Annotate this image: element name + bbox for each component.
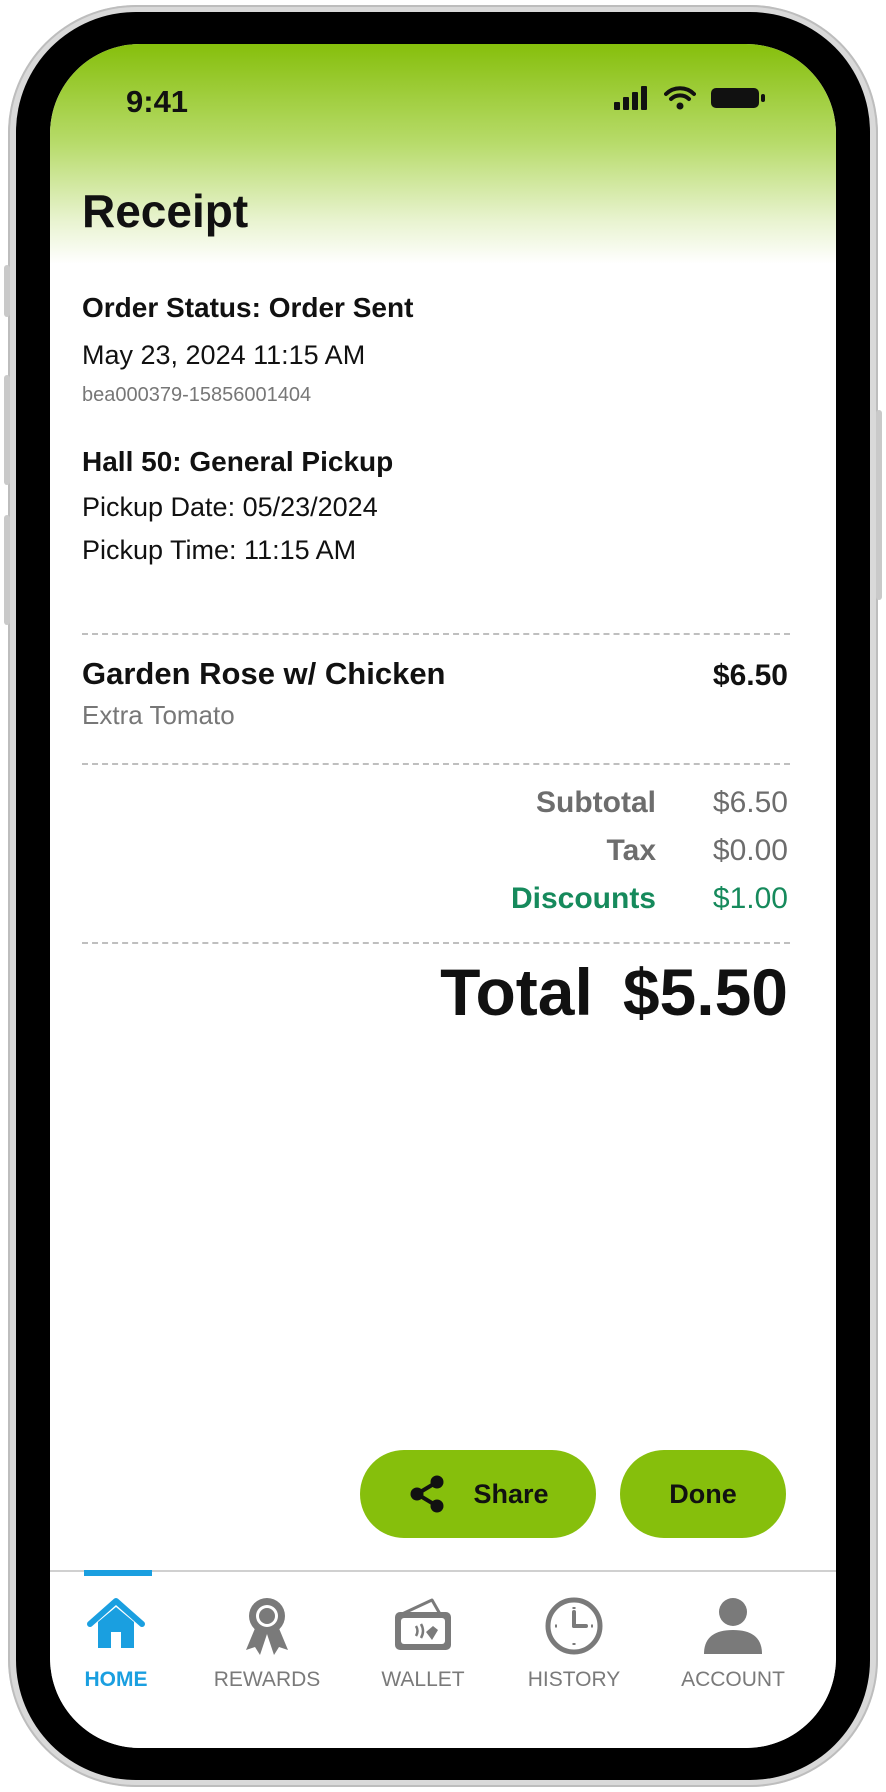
order-id: bea000379-15856001404 — [82, 384, 312, 406]
phone-side-button — [876, 410, 882, 600]
wifi-icon — [664, 86, 696, 110]
total-row: Total $5.50 — [440, 954, 788, 1030]
share-button[interactable]: Share — [360, 1450, 596, 1538]
rewards-ribbon-icon — [246, 1598, 288, 1655]
share-label: Share — [473, 1478, 549, 1509]
phone-side-button — [4, 375, 10, 485]
item-name: Garden Rose w/ Chicken — [82, 656, 446, 691]
status-icons — [614, 86, 766, 110]
order-datetime: May 23, 2024 11:15 AM — [82, 340, 366, 370]
pickup-time: Pickup Time: 11:15 AM — [82, 535, 357, 565]
clock-icon — [545, 1597, 603, 1655]
total-label: Total — [440, 955, 593, 1029]
tab-account[interactable]: ACCOUNT — [663, 1572, 803, 1702]
signal-icon — [614, 86, 647, 110]
discounts-value: $1.00 — [712, 882, 788, 915]
battery-icon — [711, 88, 765, 108]
subtotal-label: Subtotal — [536, 786, 656, 819]
person-icon — [704, 1598, 762, 1654]
tax-row: Tax $0.00 — [336, 834, 788, 868]
total-value: $5.50 — [622, 955, 788, 1029]
done-label: Done — [669, 1478, 737, 1509]
discounts-label: Discounts — [510, 882, 656, 915]
tab-wallet[interactable]: WALLET — [353, 1572, 493, 1702]
tab-history[interactable]: HISTORY — [504, 1572, 644, 1702]
pickup-date: Pickup Date: 05/23/2024 — [82, 492, 378, 522]
home-icon — [87, 1598, 145, 1648]
subtotal-row: Subtotal $6.50 — [336, 786, 788, 820]
discounts-row: Discounts $1.00 — [336, 882, 788, 916]
tab-home[interactable]: HOME — [50, 1570, 186, 1702]
subtotal-value: $6.50 — [712, 786, 788, 819]
phone-side-button — [4, 515, 10, 625]
phone-side-button — [4, 265, 10, 317]
share-icon — [410, 1475, 444, 1513]
item-price: $6.50 — [712, 659, 788, 692]
bottom-tab-bar: HOME REWARDS WALLET HISTORY ACCOUNT — [50, 1570, 836, 1748]
screen: 9:41 Receipt Order Status: Order Sent Ma… — [50, 44, 836, 1748]
page-title: Receipt — [82, 185, 249, 237]
status-time: 9:41 — [126, 84, 189, 119]
tab-label-account: ACCOUNT — [681, 1668, 785, 1691]
active-tab-indicator — [84, 1570, 152, 1576]
tab-label-wallet: WALLET — [381, 1668, 465, 1691]
divider — [82, 763, 790, 765]
tab-rewards[interactable]: REWARDS — [197, 1572, 337, 1702]
order-status: Order Status: Order Sent — [82, 292, 414, 323]
tax-label: Tax — [606, 834, 656, 867]
tax-value: $0.00 — [712, 834, 788, 867]
wallet-icon — [395, 1598, 451, 1650]
tab-label-home: HOME — [84, 1668, 148, 1691]
divider — [82, 633, 790, 635]
pickup-location: Hall 50: General Pickup — [82, 446, 394, 477]
item-modifier: Extra Tomato — [82, 700, 235, 730]
status-bar: 9:41 — [50, 44, 836, 144]
tab-label-rewards: REWARDS — [213, 1668, 321, 1691]
done-button[interactable]: Done — [620, 1450, 786, 1538]
divider — [82, 942, 790, 944]
tab-label-history: HISTORY — [527, 1668, 621, 1691]
